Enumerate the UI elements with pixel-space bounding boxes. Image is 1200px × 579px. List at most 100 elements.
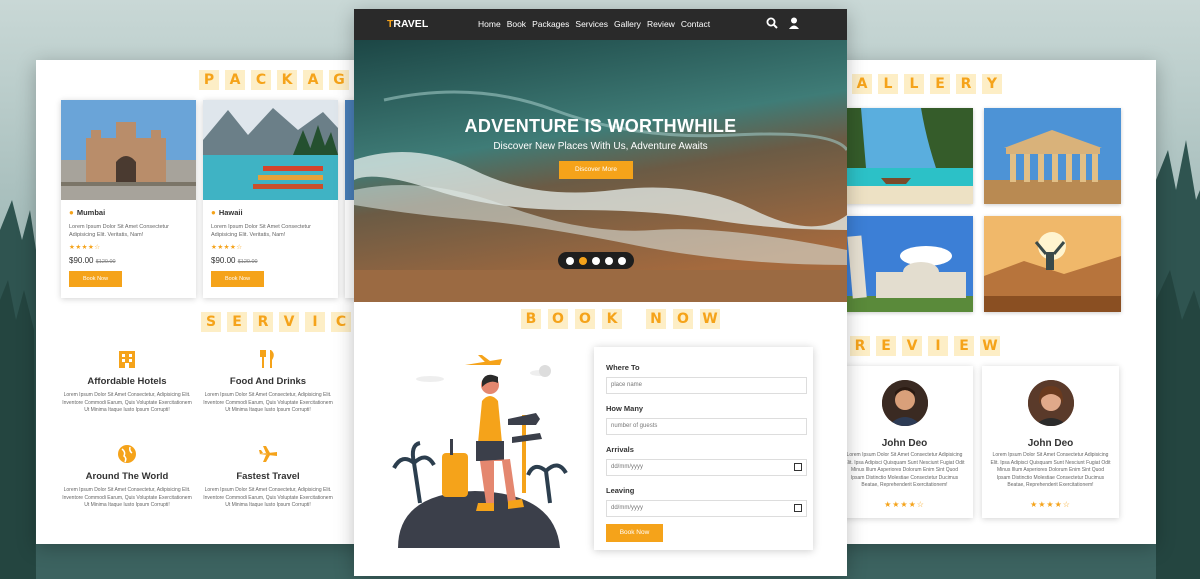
reviewer-name: John Deo: [881, 438, 928, 449]
where-to-input[interactable]: place name: [606, 377, 807, 394]
gallery-image-parthenon[interactable]: [984, 108, 1121, 204]
heading-letter: O: [575, 309, 595, 329]
heading-letter: L: [878, 74, 898, 94]
heading-letter: A: [303, 70, 323, 90]
heading-letter: O: [673, 309, 693, 329]
heading-letter: Y: [982, 74, 1002, 94]
heading-letter: E: [876, 336, 896, 356]
service-food-drinks: Food And Drinks Lorem Ipsum Dolor Sit Am…: [203, 348, 333, 415]
nav-link-contact[interactable]: Contact: [681, 19, 710, 29]
service-title: Fastest Travel: [236, 471, 300, 482]
book-now-heading: B O O K N O W: [521, 309, 720, 329]
reviewer-name: John Deo: [1027, 438, 1074, 449]
package-old-price: $120.00: [237, 259, 258, 265]
logo[interactable]: TRAVEL: [387, 18, 428, 30]
heading-letter: P: [199, 70, 219, 90]
review-card: John Deo Lorem Ipsum Dolor Sit Amet Cons…: [836, 366, 973, 518]
rating-stars: ★★★★☆: [1030, 500, 1071, 509]
gallery-image-beach-cliffs[interactable]: [836, 108, 973, 204]
hero-slider: ADVENTURE IS WORTHWHILE Discover New Pla…: [354, 40, 847, 302]
where-to-label: Where To: [606, 363, 640, 372]
main-page-preview: TRAVEL Home Book Packages Services Galle…: [354, 9, 847, 576]
rating-stars: ★★★★☆: [69, 244, 101, 251]
package-price: $90.00: [69, 256, 94, 265]
heading-letter: G: [329, 70, 349, 90]
slider-dot-1[interactable]: [566, 256, 574, 265]
calendar-icon[interactable]: [794, 463, 802, 471]
hero-title: ADVENTURE IS WORTHWHILE: [464, 116, 737, 136]
book-now-button[interactable]: Book Now: [211, 271, 265, 287]
heading-letter: K: [277, 70, 297, 90]
package-old-price: $120.00: [95, 259, 116, 265]
heading-letter: W: [980, 336, 1000, 356]
food-icon: [203, 348, 333, 372]
arrivals-date-input[interactable]: dd/mm/yyyy: [606, 459, 807, 476]
globe-icon: [62, 443, 192, 467]
review-text: Lorem Ipsum Dolor Sit Amet Consectetur A…: [990, 452, 1111, 488]
heading-letter: V: [279, 312, 299, 332]
service-description: Lorem Ipsum Dolor Sit Amet Consectetur, …: [62, 487, 192, 508]
slider-dot-2[interactable]: [579, 256, 587, 265]
package-card-hawaii: ● Hawaii Lorem Ipsum Dolor Sit Amet Conse…: [203, 100, 338, 298]
nav-link-packages[interactable]: Packages: [532, 19, 569, 29]
slider-dot-4[interactable]: [605, 256, 613, 265]
gallery-image-pisa[interactable]: [836, 216, 973, 312]
heading-letter: O: [548, 309, 568, 329]
avatar: [882, 380, 928, 426]
heading-letter: R: [850, 336, 870, 356]
rating-stars: ★★★★☆: [211, 244, 243, 251]
heading-letter: V: [902, 336, 922, 356]
arrivals-label: Arrivals: [606, 445, 634, 454]
hero-subtitle: Discover New Places With Us, Adventure A…: [493, 141, 708, 152]
calendar-icon[interactable]: [794, 504, 802, 512]
heading-letter: E: [227, 312, 247, 332]
right-page-preview: A L L E R Y R E V I E W John Deo Lorem I…: [832, 60, 1156, 544]
map-pin-icon: ●: [69, 208, 74, 217]
leaving-date-input[interactable]: dd/mm/yyyy: [606, 500, 807, 517]
nav-link-book[interactable]: Book: [507, 19, 526, 29]
map-pin-icon: ●: [211, 208, 216, 217]
user-icon[interactable]: [788, 17, 800, 29]
heading-letter: C: [251, 70, 271, 90]
left-page-preview: P A C K A G E S ●Mumbai Lorem Ipsum Dolo…: [36, 60, 366, 544]
guests-input[interactable]: number of guests: [606, 418, 807, 435]
discover-more-button[interactable]: Discover More: [559, 161, 633, 179]
service-title: Food And Drinks: [229, 376, 307, 387]
slider-dot-5[interactable]: [618, 256, 626, 265]
nav-link-review[interactable]: Review: [647, 19, 675, 29]
heading-letter: A: [225, 70, 245, 90]
leaving-label: Leaving: [606, 486, 635, 495]
package-place: Hawaii: [218, 208, 243, 217]
book-now-submit-button[interactable]: Book Now: [606, 524, 663, 542]
nav-links: Home Book Packages Services Gallery Revi…: [478, 19, 710, 29]
package-description: Lorem Ipsum Dolor Sit Amet Consectetur A…: [69, 224, 169, 238]
service-around-world: Around The World Lorem Ipsum Dolor Sit A…: [62, 443, 192, 510]
gallery-image-hiker[interactable]: [984, 216, 1121, 312]
service-description: Lorem Ipsum Dolor Sit Amet Consectetur, …: [203, 487, 333, 508]
how-many-label: How Many: [606, 404, 644, 413]
booking-form: Where To place name How Many number of g…: [594, 347, 813, 550]
search-icon[interactable]: [766, 17, 778, 29]
heading-letter: N: [646, 309, 666, 329]
heading-letter: S: [201, 312, 221, 332]
nav-link-services[interactable]: Services: [575, 19, 608, 29]
package-place: Mumbai: [76, 208, 106, 217]
avatar: [1028, 380, 1074, 426]
service-affordable-hotels: Affordable Hotels Lorem Ipsum Dolor Sit …: [62, 348, 192, 415]
review-heading: R E V I E W: [850, 336, 1000, 356]
heading-letter: I: [305, 312, 325, 332]
traveler-illustration: [392, 355, 568, 548]
heading-letter: K: [602, 309, 622, 329]
nav-link-home[interactable]: Home: [478, 19, 501, 29]
nav-link-gallery[interactable]: Gallery: [614, 19, 641, 29]
service-description: Lorem Ipsum Dolor Sit Amet Consectetur, …: [62, 392, 192, 413]
heading-letter: C: [331, 312, 351, 332]
hotel-icon: [62, 348, 192, 372]
slider-dot-3[interactable]: [592, 256, 600, 265]
rating-stars: ★★★★☆: [884, 500, 925, 509]
slider-dots: [558, 252, 634, 269]
book-now-button[interactable]: Book Now: [69, 271, 123, 287]
package-description: Lorem Ipsum Dolor Sit Amet Consectetur A…: [211, 224, 311, 238]
package-card-mumbai: ● Mumbai Lorem Ipsum Dolor Sit Amet Conse…: [61, 100, 196, 298]
heading-letter: E: [930, 74, 950, 94]
